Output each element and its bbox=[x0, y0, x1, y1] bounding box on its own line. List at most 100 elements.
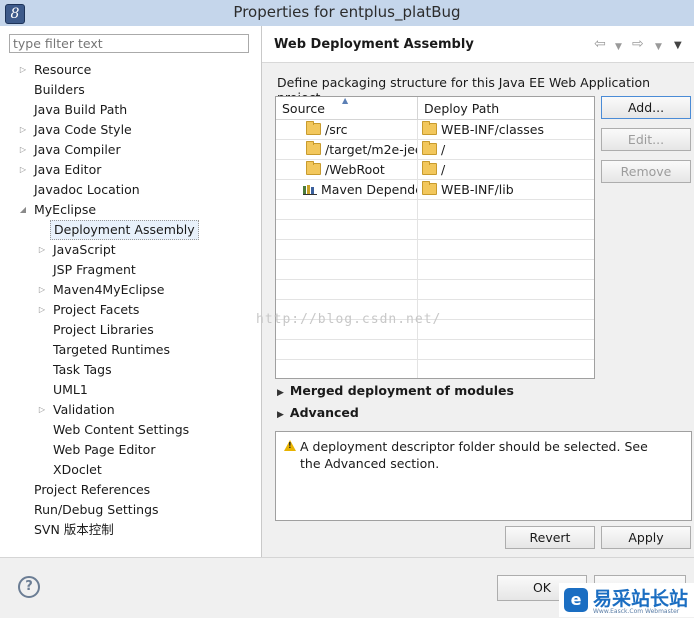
tree-item-label: Run/Debug Settings bbox=[34, 502, 159, 517]
tree-item[interactable]: ▷ Project Facets bbox=[0, 300, 260, 320]
merged-deployment-section[interactable]: ▶ Merged deployment of modules bbox=[277, 383, 514, 398]
tree-item[interactable]: Javadoc Location bbox=[0, 180, 260, 200]
remove-button[interactable]: Remove bbox=[601, 160, 691, 183]
tree-item[interactable]: ▷ Validation bbox=[0, 400, 260, 420]
source-cell: Maven Dependencies bbox=[276, 180, 417, 200]
tree-item-label: Web Page Editor bbox=[53, 442, 156, 457]
deploy-path-text: / bbox=[441, 162, 446, 177]
advanced-section[interactable]: ▶ Advanced bbox=[277, 405, 359, 420]
back-arrow-icon[interactable]: ⇦ bbox=[594, 36, 606, 52]
tree-item-label: SVN 版本控制 bbox=[34, 522, 114, 537]
tree-item-label: MyEclipse bbox=[34, 202, 97, 217]
tree-item-label: Validation bbox=[53, 402, 115, 417]
property-pages-pane: ▷ Resource Builders Java Build Path ▷ Java Co… bbox=[0, 26, 262, 557]
deploy-path-text: WEB-INF/classes bbox=[441, 122, 545, 137]
assembly-table: Source ▲ Deploy Path /src WEB-INF/classes… bbox=[275, 96, 595, 379]
tree-item[interactable]: SVN 版本控制 bbox=[0, 520, 260, 540]
advanced-label: Advanced bbox=[289, 405, 359, 420]
forward-arrow-icon[interactable]: ⇨ bbox=[632, 36, 644, 52]
tree-item-label: Project References bbox=[34, 482, 151, 497]
table-row[interactable] bbox=[276, 260, 594, 280]
table-row[interactable]: /WebRoot / bbox=[276, 160, 594, 180]
tree-item[interactable]: ▷ Resource bbox=[0, 60, 260, 80]
edit-button[interactable]: Edit... bbox=[601, 128, 691, 151]
help-icon[interactable]: ? bbox=[18, 576, 40, 598]
tree-item[interactable]: Project Libraries bbox=[0, 320, 260, 340]
tree-item[interactable]: Project References bbox=[0, 480, 260, 500]
logo-mark-icon: e bbox=[564, 588, 588, 612]
view-menu-icon[interactable]: ▼ bbox=[674, 38, 682, 54]
tree-item[interactable]: Builders bbox=[0, 80, 260, 100]
folder-icon bbox=[422, 181, 437, 195]
tree-item[interactable]: ▷ Maven4MyEclipse bbox=[0, 280, 260, 300]
table-row[interactable]: Maven Dependencies WEB-INF/lib bbox=[276, 180, 594, 200]
tree-item-label: Web Content Settings bbox=[53, 422, 190, 437]
logo-subtext: Www.Easck.Com Webmaster bbox=[593, 608, 680, 615]
tree-collapsed-icon[interactable]: ▷ bbox=[37, 300, 47, 320]
tree-item[interactable]: Web Page Editor bbox=[0, 440, 260, 460]
tree-item[interactable]: ▷ Java Code Style bbox=[0, 120, 260, 140]
table-row[interactable] bbox=[276, 220, 594, 240]
source-text: /WebRoot bbox=[325, 162, 385, 177]
table-row[interactable] bbox=[276, 240, 594, 260]
tree-item[interactable]: ▷ JavaScript bbox=[0, 240, 260, 260]
deploy-path-cell: / bbox=[418, 160, 594, 180]
tree-item[interactable]: JSP Fragment bbox=[0, 260, 260, 280]
source-text: /target/m2e-jee/ bbox=[325, 142, 417, 157]
tree-collapsed-icon[interactable]: ▷ bbox=[18, 160, 28, 180]
expand-arrow-icon: ▶ bbox=[277, 410, 284, 420]
table-row[interactable] bbox=[276, 340, 594, 360]
table-row[interactable] bbox=[276, 200, 594, 220]
tree-collapsed-icon[interactable]: ▷ bbox=[37, 400, 47, 420]
table-row[interactable]: /src WEB-INF/classes bbox=[276, 120, 594, 140]
tree-item[interactable]: UML1 bbox=[0, 380, 260, 400]
table-row[interactable] bbox=[276, 280, 594, 300]
logo-text: 易采站长站 bbox=[593, 588, 689, 610]
revert-button[interactable]: Revert bbox=[505, 526, 595, 549]
expand-arrow-icon: ▶ bbox=[277, 388, 284, 398]
tree-collapsed-icon[interactable]: ▷ bbox=[18, 60, 28, 80]
tree-item-label: Builders bbox=[34, 82, 85, 97]
tree-item-label: Java Build Path bbox=[34, 102, 128, 117]
tree-item-label: JavaScript bbox=[53, 242, 116, 257]
filter-input[interactable] bbox=[9, 34, 249, 53]
tree-item[interactable]: XDoclet bbox=[0, 460, 260, 480]
add-button[interactable]: Add... bbox=[601, 96, 691, 119]
table-row[interactable] bbox=[276, 360, 594, 378]
tree-item-label: Java Compiler bbox=[34, 142, 121, 157]
deploy-path-cell: WEB-INF/lib bbox=[418, 180, 594, 200]
apply-button[interactable]: Apply bbox=[601, 526, 691, 549]
tree-collapsed-icon[interactable]: ▷ bbox=[37, 240, 47, 260]
tree-expanded-icon[interactable]: ◢ bbox=[18, 200, 28, 220]
tree-item[interactable]: Targeted Runtimes bbox=[0, 340, 260, 360]
back-dropdown-icon[interactable]: ▼ bbox=[615, 39, 622, 55]
tree-item-label: Project Facets bbox=[53, 302, 140, 317]
forward-dropdown-icon[interactable]: ▼ bbox=[655, 39, 662, 55]
folder-icon bbox=[306, 121, 321, 135]
tree-item-label: Task Tags bbox=[53, 362, 112, 377]
tree-item-label: Java Editor bbox=[34, 162, 102, 177]
tree-item[interactable]: Deployment Assembly bbox=[0, 220, 260, 240]
source-text: Maven Dependencies bbox=[321, 182, 417, 197]
tree-item[interactable]: ◢ MyEclipse bbox=[0, 200, 260, 220]
watermark-text: http://blog.csdn.net/ bbox=[256, 312, 442, 327]
table-row[interactable]: /target/m2e-jee/ / bbox=[276, 140, 594, 160]
source-cell: /WebRoot bbox=[276, 160, 417, 180]
tree-item-label: Project Libraries bbox=[53, 322, 154, 337]
source-column-header[interactable]: Source ▲ bbox=[276, 97, 418, 120]
tree-collapsed-icon[interactable]: ▷ bbox=[18, 140, 28, 160]
tree-collapsed-icon[interactable]: ▷ bbox=[37, 280, 47, 300]
tree-item-label: Maven4MyEclipse bbox=[53, 282, 165, 297]
tree-item[interactable]: ▷ Java Compiler bbox=[0, 140, 260, 160]
deploy-path-column-header[interactable]: Deploy Path bbox=[418, 97, 594, 120]
tree-item[interactable]: Java Build Path bbox=[0, 100, 260, 120]
tree-item[interactable]: Web Content Settings bbox=[0, 420, 260, 440]
tree-collapsed-icon[interactable]: ▷ bbox=[18, 120, 28, 140]
source-text: /src bbox=[325, 122, 348, 137]
tree-item[interactable]: Task Tags bbox=[0, 360, 260, 380]
tree-item-label: Javadoc Location bbox=[34, 182, 140, 197]
folder-icon bbox=[422, 141, 437, 155]
tree-item-label: Java Code Style bbox=[34, 122, 132, 137]
tree-item[interactable]: Run/Debug Settings bbox=[0, 500, 260, 520]
tree-item[interactable]: ▷ Java Editor bbox=[0, 160, 260, 180]
